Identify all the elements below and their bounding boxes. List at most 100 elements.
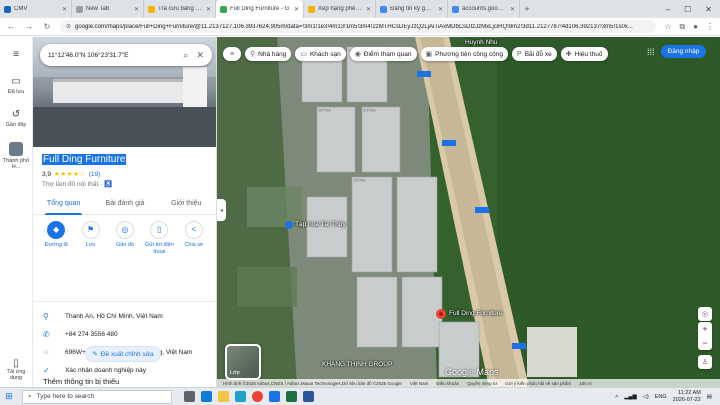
photo-building <box>53 79 203 103</box>
attribution-country[interactable]: Việt Nam <box>410 381 428 386</box>
browser-tab[interactable]: New Tab ✕ <box>72 0 144 18</box>
search-input[interactable]: 11°12'46.0"N 106°23'31.7"E <box>48 52 175 59</box>
edge-icon[interactable] <box>235 391 246 402</box>
tray-chevron-icon[interactable]: ˄ <box>615 394 618 400</box>
attribution-feedback[interactable]: Gửi ý kiến phản hồi về sản phẩm <box>505 381 571 386</box>
map-label-place[interactable]: Full Ding Furniture <box>449 310 502 317</box>
mail-icon[interactable] <box>269 391 280 402</box>
phone-row[interactable]: ✆ +84 274 3556 480 <box>33 325 216 343</box>
tab-title: New Tab <box>86 6 110 12</box>
browser-tab[interactable]: Đăng tin ký gửi nhà đ...✕ <box>376 0 448 18</box>
tab-about[interactable]: Giới thiệu <box>156 197 216 214</box>
browser-tab[interactable]: CMV ✕ <box>0 0 72 18</box>
rating-stars: ★★★★☆ <box>54 171 86 178</box>
browser-tab[interactable]: Tra cứu bảng giá nhà đ...✕ <box>144 0 216 18</box>
search-icon[interactable]: ⌕ <box>183 50 188 61</box>
rail-saved-label: Đã lưu <box>7 89 25 95</box>
collapse-panel-button[interactable]: ◂ <box>217 199 226 221</box>
map-filter-menu-chip[interactable]: ≡ <box>223 47 241 61</box>
site-info-icon[interactable]: ⊜ <box>66 23 71 30</box>
review-count[interactable]: (19) <box>89 171 101 178</box>
camera-icon: ◉ <box>354 51 361 58</box>
attribution-terms[interactable]: Điều khoản <box>436 381 459 386</box>
windows-start-icon[interactable]: ⊞ <box>0 391 18 402</box>
tab-close-icon[interactable]: ✕ <box>438 6 443 13</box>
notifications-icon[interactable]: ▤ <box>707 394 712 400</box>
close-icon[interactable]: ✕ <box>196 50 204 61</box>
map-scale[interactable]: 100 m <box>579 381 592 386</box>
tab-close-icon[interactable]: ✕ <box>62 6 67 13</box>
tab-reviews[interactable]: Bài đánh giá <box>94 197 155 214</box>
save-button[interactable]: ⚑ Lưu <box>76 221 106 255</box>
rail-recent-place[interactable]: Thành phố H... <box>0 142 32 170</box>
rail-menu-button[interactable]: ≡ <box>0 49 32 62</box>
directions-button[interactable]: ◆ Đường đi <box>41 221 71 255</box>
bookmark-star-icon[interactable]: ☆ <box>664 22 671 32</box>
tab-close-icon[interactable]: ✕ <box>206 6 211 13</box>
tab-close-icon[interactable]: ✕ <box>294 6 299 13</box>
extensions-icon[interactable]: ⧉ <box>679 22 685 32</box>
street-view-pegman[interactable]: ♙ <box>698 355 712 369</box>
word-icon[interactable] <box>303 391 314 402</box>
chip-parking[interactable]: P Bãi đỗ xe <box>512 47 557 61</box>
apps-grid-icon[interactable]: ⁞⁞⁞ <box>647 47 655 57</box>
volume-icon[interactable]: ◁) <box>643 394 649 400</box>
back-icon[interactable]: ← <box>6 22 16 31</box>
layers-button[interactable]: Lớp <box>225 344 261 380</box>
parking-icon: P <box>517 50 522 58</box>
address-row[interactable]: ⚲ Thanh An, Hồ Chí Minh, Việt Nam <box>33 307 216 325</box>
chip-hotels-label: Khách sạn <box>309 50 341 58</box>
tab-close-icon[interactable]: ✕ <box>510 6 515 13</box>
history-icon: ↺ <box>11 109 21 120</box>
rating-row[interactable]: 3,9 ★★★★☆ (19) <box>42 170 101 179</box>
excel-icon[interactable] <box>286 391 297 402</box>
maximize-icon[interactable]: ☐ <box>684 5 691 14</box>
chip-pharmacy[interactable]: ✚ Hiệu thuố <box>560 47 608 61</box>
menu-dots-icon[interactable]: ⋮ <box>706 22 714 32</box>
nearby-button[interactable]: ◎ Gần đó <box>110 221 140 255</box>
tab-overview[interactable]: Tổng quan <box>33 197 94 215</box>
profile-icon[interactable]: ● <box>693 22 698 32</box>
tab-close-icon[interactable]: ✕ <box>366 6 371 13</box>
edge-icon[interactable] <box>201 391 212 402</box>
share-button[interactable]: < Chia sẻ <box>179 221 209 255</box>
zoom-out-button[interactable]: − <box>702 336 707 350</box>
rail-recent-button[interactable]: ↺ Gần đây <box>0 109 32 128</box>
zoom-in-button[interactable]: + <box>702 322 707 336</box>
chrome-icon[interactable] <box>252 391 263 402</box>
my-location-button[interactable]: ◎ <box>698 307 712 321</box>
taskbar-search[interactable]: ⌕ Type here to search <box>22 389 172 404</box>
map-label-top[interactable]: Huynh Nhu <box>465 39 498 46</box>
rail-saved-button[interactable]: ▭ Đã lưu <box>0 76 32 95</box>
close-window-icon[interactable]: ✕ <box>705 5 712 14</box>
address-bar[interactable]: ⊜ google.com/maps/place/Full+Ding+Furnit… <box>60 20 657 33</box>
map-label-shop[interactable]: Tạp hoá Tài Thủy <box>295 221 346 228</box>
get-app-button[interactable]: ▯ Tải ứng dụng <box>0 358 32 381</box>
browser-tab[interactable]: accounts.google.com✕ <box>448 0 520 18</box>
reload-icon[interactable]: ↻ <box>42 22 52 31</box>
network-icon[interactable]: ▂▄▆ <box>624 394 636 400</box>
attribution-privacy[interactable]: Quyền riêng tư <box>467 381 497 386</box>
satellite-map[interactable]: DT744DT744DT744DT744DT744 Tạp hoá Tài Th… <box>217 37 720 387</box>
chip-hotels[interactable]: ▭ Khách sạn <box>295 47 346 61</box>
sign-in-button[interactable]: Đăng nhập <box>660 45 707 58</box>
hamburger-menu-icon: ≡ <box>13 49 19 60</box>
send-to-phone-button[interactable]: ▯ Gửi tới điện thoại <box>144 221 174 255</box>
browser-tab[interactable]: Full Ding Furniture - G ✕ <box>216 0 304 18</box>
search-box[interactable]: 11°12'46.0"N 106°23'31.7"E ⌕ ✕ <box>40 44 212 66</box>
browser-tab[interactable]: Xếp hạng phê duyệt✕ <box>304 0 376 18</box>
tab-close-icon[interactable]: ✕ <box>134 6 139 13</box>
chip-attractions[interactable]: ◉ Điểm tham quan <box>349 47 417 61</box>
forward-icon[interactable]: → <box>24 22 34 31</box>
task-view-icon[interactable] <box>184 391 195 402</box>
address-text: Thanh An, Hồ Chí Minh, Việt Nam <box>65 312 163 320</box>
new-tab-icon[interactable]: + <box>520 4 534 14</box>
language-indicator[interactable]: ENG <box>655 394 667 400</box>
chip-restaurants[interactable]: ⚲ Nhà hàng <box>245 47 292 61</box>
suggest-edit-button[interactable]: ✎ Đề xuất chỉnh sửa <box>85 346 161 362</box>
minimize-icon[interactable]: – <box>666 5 670 14</box>
map-label-group[interactable]: KHANG THỊNH GROUP <box>322 361 392 368</box>
clock[interactable]: 11:22 AM 2026-07-22 <box>673 390 701 403</box>
chip-transit[interactable]: ▣ Phương tiện công cộng <box>420 47 509 61</box>
file-explorer-icon[interactable] <box>218 391 229 402</box>
